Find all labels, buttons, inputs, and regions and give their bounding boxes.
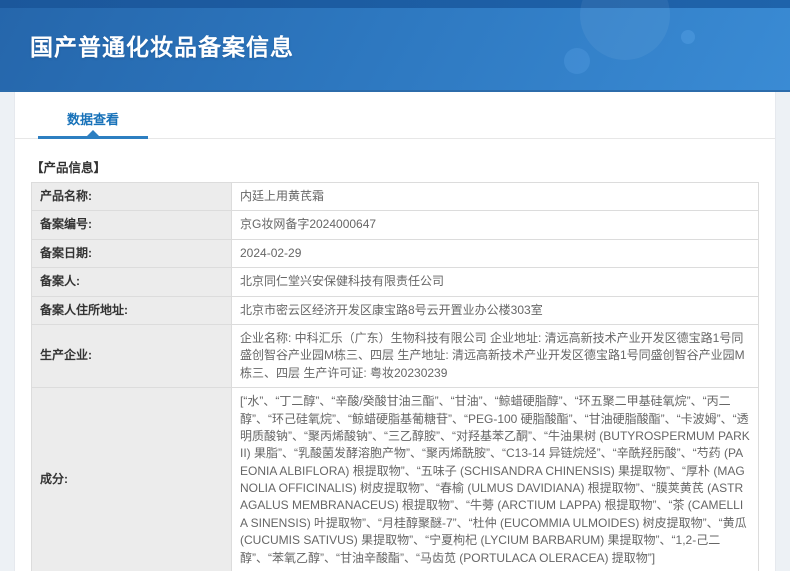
page-title: 国产普通化妆品备案信息 <box>30 28 294 62</box>
row-value-registrant: 北京同仁堂兴安保健科技有限责任公司 <box>232 268 759 296</box>
row-label-manufacturer: 生产企业: <box>32 324 232 387</box>
table-row: 成分: [“水”、“丁二醇”、“辛酸/癸酸甘油三酯”、“甘油”、“鲸蜡硬脂醇”、… <box>32 388 759 571</box>
page-banner: 国产普通化妆品备案信息 <box>0 0 790 92</box>
table-row: 备案编号: 京G妆网备字2024000647 <box>32 211 759 239</box>
tab-data-view[interactable]: 数据查看 <box>38 109 148 138</box>
banner-bubble-decoration <box>564 48 590 74</box>
row-value-manufacturer: 企业名称: 中科汇乐（广东）生物科技有限公司 企业地址: 清远高新技术产业开发区… <box>232 324 759 387</box>
table-row: 产品名称: 内廷上用黄芪霜 <box>32 183 759 211</box>
table-row: 备案日期: 2024-02-29 <box>32 239 759 267</box>
product-info-section-title: 【产品信息】 <box>31 157 759 176</box>
table-row: 备案人: 北京同仁堂兴安保健科技有限责任公司 <box>32 268 759 296</box>
banner-bubble-decoration <box>681 30 695 44</box>
tab-bar: 数据查看 <box>15 92 775 139</box>
row-label-ingredients: 成分: <box>32 388 232 571</box>
banner-bubble-decoration <box>580 0 670 60</box>
row-label-registrant-address: 备案人住所地址: <box>32 296 232 324</box>
content-card: 数据查看 【产品信息】 产品名称: 内廷上用黄芪霜 备案编号: 京G妆网备字20… <box>14 92 776 571</box>
row-value-record-date: 2024-02-29 <box>232 239 759 267</box>
row-label-registrant: 备案人: <box>32 268 232 296</box>
row-value-ingredients: [“水”、“丁二醇”、“辛酸/癸酸甘油三酯”、“甘油”、“鲸蜡硬脂醇”、“环五聚… <box>232 388 759 571</box>
main-content: 【产品信息】 产品名称: 内廷上用黄芪霜 备案编号: 京G妆网备字2024000… <box>15 139 775 571</box>
row-value-product-name: 内廷上用黄芪霜 <box>232 183 759 211</box>
row-label-record-date: 备案日期: <box>32 239 232 267</box>
table-row: 生产企业: 企业名称: 中科汇乐（广东）生物科技有限公司 企业地址: 清远高新技… <box>32 324 759 387</box>
row-label-record-number: 备案编号: <box>32 211 232 239</box>
row-value-record-number: 京G妆网备字2024000647 <box>232 211 759 239</box>
tab-active-underline <box>38 136 148 139</box>
product-info-table: 产品名称: 内廷上用黄芪霜 备案编号: 京G妆网备字2024000647 备案日… <box>31 182 759 571</box>
banner-top-strip <box>0 0 790 8</box>
row-label-product-name: 产品名称: <box>32 183 232 211</box>
table-row: 备案人住所地址: 北京市密云区经济开发区康宝路8号云开置业办公楼303室 <box>32 296 759 324</box>
row-value-registrant-address: 北京市密云区经济开发区康宝路8号云开置业办公楼303室 <box>232 296 759 324</box>
tab-data-view-label: 数据查看 <box>67 112 119 127</box>
